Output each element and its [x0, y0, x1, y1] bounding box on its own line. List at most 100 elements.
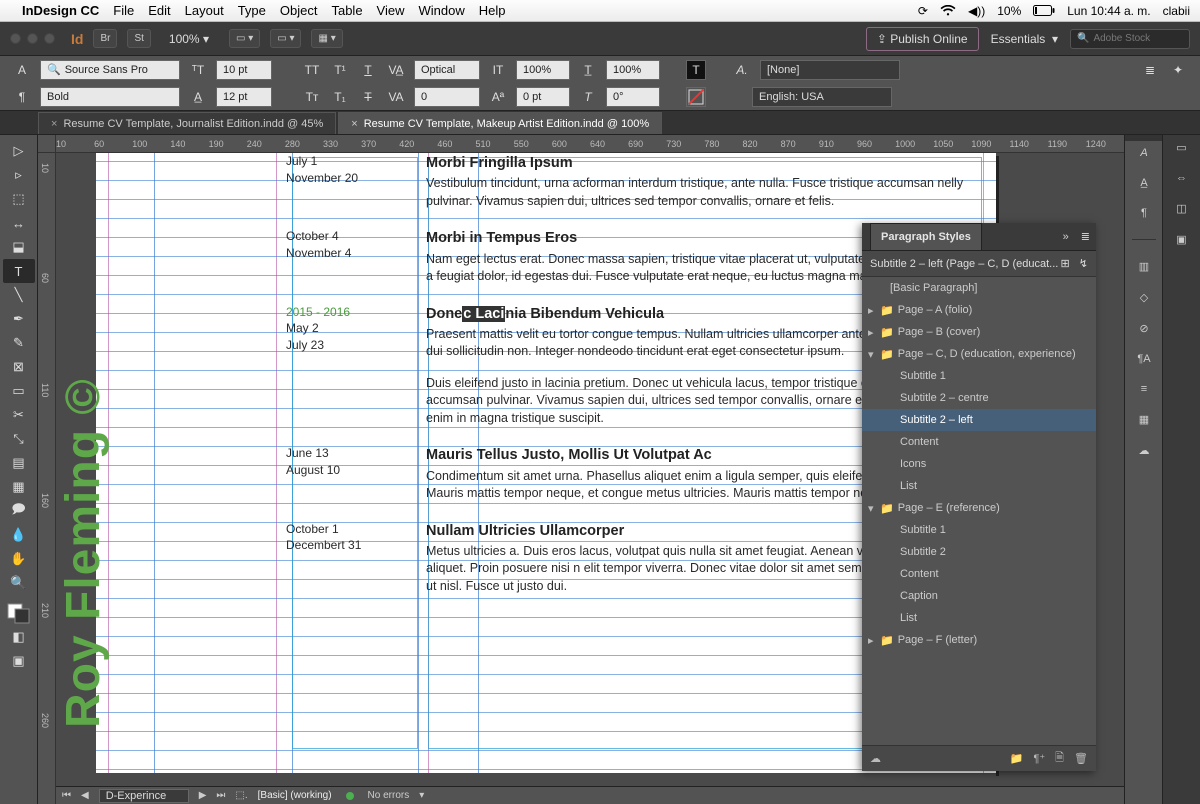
wifi-icon[interactable] — [940, 5, 956, 17]
horizontal-ruler[interactable]: 1060100140190240280330370420460510550600… — [56, 135, 1124, 153]
close-icon[interactable]: × — [351, 118, 357, 130]
clear-override-icon[interactable]: ↯ — [1079, 258, 1088, 270]
eyedropper-tool-icon[interactable]: 💧 — [3, 523, 35, 547]
pages-panel-icon[interactable]: ▥ — [1139, 260, 1149, 273]
underline-icon[interactable]: T — [358, 60, 378, 80]
workspace-switcher[interactable]: Essentials ▾ — [991, 32, 1058, 46]
skew-field[interactable]: 0° — [606, 87, 660, 107]
stock-button[interactable]: St — [127, 29, 150, 48]
close-icon[interactable]: × — [51, 118, 57, 130]
stroke-color-icon[interactable] — [686, 87, 706, 107]
pathfinder-panel-icon[interactable]: ◫ — [1176, 202, 1186, 215]
screen-mode-button[interactable]: ▭ ▾ — [270, 29, 301, 48]
pen-tool-icon[interactable]: ✒ — [3, 307, 35, 331]
free-transform-tool-icon[interactable]: ⤡ — [3, 427, 35, 451]
style-row[interactable]: List — [862, 607, 1096, 629]
menu-view[interactable]: View — [377, 3, 405, 18]
menu-window[interactable]: Window — [419, 3, 465, 18]
publish-online-button[interactable]: ⇪ Publish Online — [866, 27, 979, 51]
links2-panel-icon[interactable]: ⇔ — [1176, 172, 1187, 184]
type-tool-icon[interactable]: T — [3, 259, 35, 283]
font-family-field[interactable]: 🔍 Source Sans Pro — [40, 60, 180, 80]
links-panel-icon[interactable]: ⊘ — [1139, 322, 1148, 335]
gap-tool-icon[interactable]: ↔ — [3, 211, 35, 235]
char-style-field[interactable]: [None] — [760, 60, 900, 80]
preflight-menu-icon[interactable]: ▾ — [419, 790, 424, 801]
style-group[interactable]: ▸📁Page – A (folio) — [862, 299, 1096, 321]
page-selector[interactable]: D-Experince — [99, 789, 189, 803]
status-sync-icon[interactable]: ⟳ — [918, 4, 928, 18]
font-weight-field[interactable]: Bold — [40, 87, 180, 107]
char-styles-panel-icon[interactable]: A̲ — [1140, 177, 1147, 189]
delete-style-icon[interactable]: 🗑 — [1074, 752, 1088, 765]
subscript-icon[interactable]: T₁ — [330, 87, 350, 107]
battery-icon[interactable] — [1033, 5, 1055, 16]
selection-tool-icon[interactable]: ▷ — [3, 139, 35, 163]
menu-object[interactable]: Object — [280, 3, 318, 18]
preflight-errors[interactable]: No errors — [368, 790, 410, 801]
gradient-swatch-tool-icon[interactable]: ▤ — [3, 451, 35, 475]
content-collector-tool-icon[interactable]: ⬓ — [3, 235, 35, 259]
style-row[interactable]: Caption — [862, 585, 1096, 607]
style-row[interactable]: Icons — [862, 453, 1096, 475]
style-list[interactable]: [Basic Paragraph]▸📁Page – A (folio)▸📁Pag… — [862, 277, 1096, 745]
preflight-profile[interactable]: [Basic] (working) — [258, 790, 332, 801]
style-row[interactable]: List — [862, 475, 1096, 497]
view-options-button[interactable]: ▭ ▾ — [229, 29, 260, 48]
style-group[interactable]: ▾📁Page – E (reference) — [862, 497, 1096, 519]
first-page-button[interactable]: ⏮ — [62, 790, 71, 801]
style-row[interactable]: Subtitle 2 – left — [862, 409, 1096, 431]
new-group-icon[interactable]: 📁 — [1010, 752, 1024, 765]
allcaps-icon[interactable]: TT — [302, 60, 322, 80]
style-row[interactable]: Subtitle 2 — [862, 541, 1096, 563]
menu-edit[interactable]: Edit — [148, 3, 170, 18]
search-stock-input[interactable]: 🔍 Adobe Stock — [1070, 29, 1190, 49]
style-row[interactable]: Content — [862, 431, 1096, 453]
leading-field[interactable]: 12 pt — [216, 87, 272, 107]
fill-color-icon[interactable]: T — [686, 60, 706, 80]
char-formatting-icon[interactable]: A — [12, 60, 32, 80]
hscale-field[interactable]: 100% — [606, 60, 660, 80]
style-row[interactable]: Subtitle 1 — [862, 365, 1096, 387]
font-size-field[interactable]: 10 pt — [216, 60, 272, 80]
open-indicator-icon[interactable]: ⬚. — [235, 790, 247, 801]
vscale-field[interactable]: 100% — [516, 60, 570, 80]
cclib-panel-icon[interactable]: ☁ — [1139, 444, 1150, 457]
language-field[interactable]: English: USA — [752, 87, 892, 107]
style-row[interactable]: Subtitle 1 — [862, 519, 1096, 541]
bridge-button[interactable]: Br — [93, 29, 117, 48]
style-group[interactable]: ▸📁Page – B (cover) — [862, 321, 1096, 343]
new-style-icon[interactable]: ⊞ — [1061, 258, 1070, 270]
para-styles-panel-icon[interactable]: ¶A — [1137, 353, 1150, 365]
menu-layout[interactable]: Layout — [185, 3, 224, 18]
style-group[interactable]: ▸📁Page – F (letter) — [862, 629, 1096, 651]
page-tool-icon[interactable]: ⬚ — [3, 187, 35, 211]
para-formatting-icon[interactable]: ¶ — [12, 87, 32, 107]
hand-tool-icon[interactable]: ✋ — [3, 547, 35, 571]
doc-tab[interactable]: ×Resume CV Template, Journalist Edition.… — [38, 112, 336, 134]
menu-type[interactable]: Type — [238, 3, 266, 18]
superscript-icon[interactable]: T¹ — [330, 60, 350, 80]
baseline-field[interactable]: 0 pt — [516, 87, 570, 107]
next-page-button[interactable]: ▶ — [199, 790, 207, 801]
arrange-button[interactable]: ▦ ▾ — [311, 29, 342, 48]
apply-color-icon[interactable]: ◧ — [3, 625, 35, 649]
style-group[interactable]: ▾📁Page – C, D (education, experience) — [862, 343, 1096, 365]
char-panel-icon[interactable]: A — [1140, 147, 1147, 159]
screen-mode-icon[interactable]: ▣ — [3, 649, 35, 673]
rectangle-frame-tool-icon[interactable]: ⊠ — [3, 355, 35, 379]
window-close-dot[interactable] — [10, 33, 21, 44]
paragraph-styles-panel[interactable]: Paragraph Styles » ≣ Subtitle 2 – left (… — [862, 223, 1096, 771]
window-min-dot[interactable] — [27, 33, 38, 44]
rectangle-tool-icon[interactable]: ▭ — [3, 379, 35, 403]
zoom-level[interactable]: 100% ▾ — [169, 32, 209, 46]
volume-icon[interactable]: ◀)) — [968, 4, 985, 18]
prev-page-button[interactable]: ◀ — [81, 790, 89, 801]
line-tool-icon[interactable]: ╲ — [3, 283, 35, 307]
direct-selection-tool-icon[interactable]: ▹ — [3, 163, 35, 187]
panel-menu-icon[interactable]: ≣ — [1140, 60, 1160, 80]
menu-table[interactable]: Table — [331, 3, 362, 18]
window-zoom-dot[interactable] — [44, 33, 55, 44]
kerning-field[interactable]: Optical — [414, 60, 480, 80]
panel-collapse-icon[interactable]: » — [1057, 231, 1075, 243]
